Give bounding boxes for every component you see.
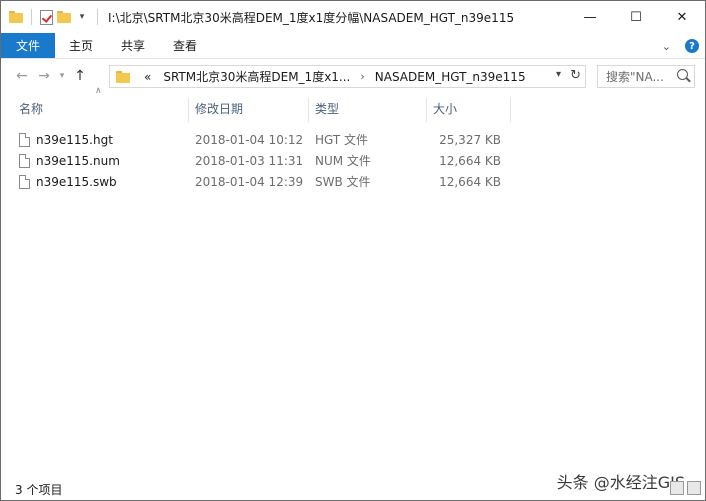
tab-share[interactable]: 共享: [107, 33, 159, 58]
column-label: 类型: [315, 101, 340, 116]
file-type: NUM 文件: [315, 154, 371, 168]
column-label: 修改日期: [195, 101, 244, 116]
file-size: 25,327 KB: [439, 132, 501, 147]
details-view-icon[interactable]: [670, 481, 684, 495]
column-divider[interactable]: [510, 98, 511, 122]
ribbon-right-controls: ⌄ ?: [662, 33, 699, 59]
tab-home[interactable]: 主页: [55, 33, 107, 58]
divider: [97, 9, 98, 25]
search-placeholder: 搜索"NA...: [606, 70, 664, 84]
forward-arrow-icon[interactable]: →: [33, 65, 55, 87]
list-item[interactable]: n39e115.num 2018-01-03 11:31 NUM 文件 12,6…: [19, 150, 619, 171]
column-header-modified[interactable]: 修改日期: [189, 96, 309, 122]
search-input[interactable]: 搜索"NA...: [597, 65, 695, 88]
back-arrow-icon[interactable]: ←: [11, 65, 33, 87]
breadcrumb-item[interactable]: SRTM北京30米高程DEM_1度x1...: [163, 68, 350, 85]
recent-locations-chevron-icon[interactable]: ▾: [55, 65, 69, 87]
navigation-bar: ← → ▾ ↑ « SRTM北京30米高程DEM_1度x1... › NASAD…: [1, 63, 705, 89]
sort-ascending-icon: ∧: [95, 86, 102, 96]
file-type: SWB 文件: [315, 175, 371, 189]
document-icon: [19, 132, 30, 147]
large-icons-view-icon[interactable]: [687, 481, 701, 495]
file-type: HGT 文件: [315, 133, 369, 147]
up-arrow-icon[interactable]: ↑: [69, 65, 91, 87]
refresh-icon[interactable]: ↻: [570, 68, 581, 83]
file-name: n39e115.num: [36, 153, 120, 168]
close-button[interactable]: ✕: [659, 1, 705, 33]
column-header-size[interactable]: 大小: [427, 96, 511, 122]
file-name: n39e115.swb: [36, 174, 117, 189]
item-count: 3 个项目: [15, 482, 63, 497]
minimize-button[interactable]: —: [567, 1, 613, 33]
ribbon-tabs: 文件 主页 共享 查看 ⌄ ?: [1, 33, 705, 59]
address-dropdown-chevron-icon[interactable]: ▾: [556, 69, 561, 80]
properties-icon[interactable]: [40, 9, 53, 25]
folder-icon: [9, 11, 23, 23]
file-modified: 2018-01-04 12:39: [195, 174, 304, 189]
document-icon: [19, 174, 30, 189]
search-icon: [677, 69, 688, 80]
column-header-type[interactable]: 类型: [309, 96, 427, 122]
file-size: 12,664 KB: [439, 174, 501, 189]
folder-icon: [116, 70, 130, 83]
maximize-button[interactable]: ☐: [613, 1, 659, 33]
help-icon[interactable]: ?: [685, 39, 699, 53]
explorer-window: ▾ I:\北京\SRTM北京30米高程DEM_1度x1度分幅\NASADEM_H…: [0, 0, 706, 501]
file-name-cell: n39e115.num: [19, 153, 195, 168]
chevron-right-icon[interactable]: ›: [360, 70, 364, 83]
file-list: n39e115.hgt 2018-01-04 10:12 HGT 文件 25,3…: [19, 129, 619, 192]
column-label: 大小: [433, 101, 458, 116]
divider: [31, 9, 32, 25]
view-toggle: [670, 481, 701, 495]
breadcrumb-item-current[interactable]: NASADEM_HGT_n39e115: [375, 70, 526, 84]
list-item[interactable]: n39e115.swb 2018-01-04 12:39 SWB 文件 12,6…: [19, 171, 619, 192]
file-modified: 2018-01-04 10:12: [195, 132, 304, 147]
document-icon: [19, 153, 30, 168]
column-headers: ∧ 名称 修改日期 类型 大小: [19, 86, 619, 122]
window-controls: — ☐ ✕: [567, 1, 705, 33]
window-title: I:\北京\SRTM北京30米高程DEM_1度x1度分幅\NASADEM_HGT…: [108, 10, 515, 25]
breadcrumb: « SRTM北京30米高程DEM_1度x1... › NASADEM_HGT_n…: [144, 68, 526, 85]
tab-view[interactable]: 查看: [159, 33, 211, 58]
quick-access-toolbar: ▾: [1, 9, 102, 25]
file-size: 12,664 KB: [439, 153, 501, 168]
expand-ribbon-chevron-icon[interactable]: ⌄: [662, 40, 671, 53]
title-bar: ▾ I:\北京\SRTM北京30米高程DEM_1度x1度分幅\NASADEM_H…: [1, 1, 705, 33]
file-modified: 2018-01-03 11:31: [195, 153, 304, 168]
tab-file[interactable]: 文件: [1, 33, 56, 58]
new-folder-icon[interactable]: [57, 11, 71, 23]
file-name-cell: n39e115.hgt: [19, 132, 195, 147]
breadcrumb-overflow[interactable]: «: [144, 70, 151, 84]
column-label: 名称: [19, 101, 44, 116]
list-item[interactable]: n39e115.hgt 2018-01-04 10:12 HGT 文件 25,3…: [19, 129, 619, 150]
file-name-cell: n39e115.swb: [19, 174, 195, 189]
watermark: 头条 @水经注GIS: [556, 473, 685, 492]
file-name: n39e115.hgt: [36, 132, 113, 147]
address-bar[interactable]: « SRTM北京30米高程DEM_1度x1... › NASADEM_HGT_n…: [109, 65, 586, 88]
column-header-name[interactable]: ∧ 名称: [19, 86, 189, 122]
customize-toolbar-chevron-icon[interactable]: ▾: [75, 12, 89, 22]
